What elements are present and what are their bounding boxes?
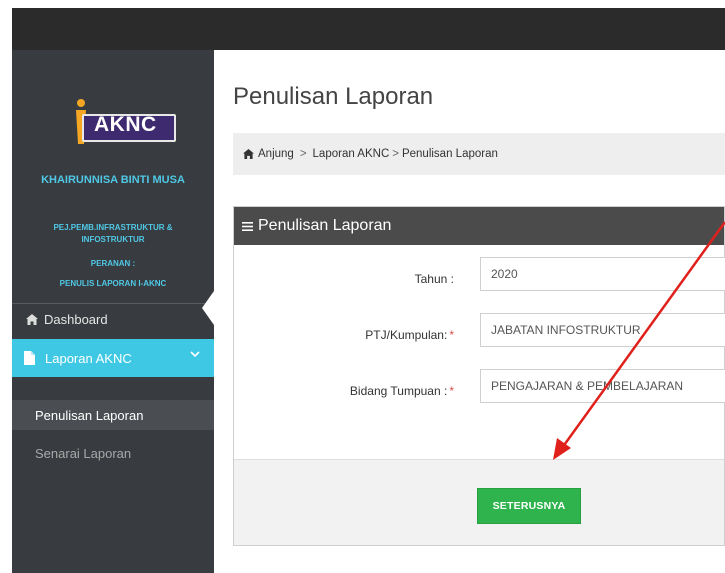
aknc-logo: AKNC (64, 94, 184, 146)
breadcrumb-item-current: Penulisan Laporan (401, 148, 498, 160)
sidebar-item-label: Dashboard (44, 312, 108, 327)
chevron-down-icon (190, 351, 200, 358)
role-label: PERANAN : (90, 259, 136, 268)
home-icon (26, 314, 38, 325)
panel-title: Penulisan Laporan (258, 217, 392, 234)
panel-footer: SETERUSNYA (234, 459, 724, 545)
breadcrumb-item-laporan-aknc[interactable]: Laporan AKNC (313, 148, 390, 160)
tahun-label: Tahun : (414, 272, 454, 286)
breadcrumb: Anjung > Laporan AKNC > Penulisan Lapora… (233, 133, 725, 175)
sidebar-item-label: Laporan AKNC (45, 350, 132, 366)
bidang-label: Bidang Tumpuan : * (349, 384, 454, 398)
sidebar-item-laporan-aknc[interactable]: Laporan AKNC (12, 339, 214, 377)
breadcrumb-item-anjung[interactable]: Anjung (258, 148, 294, 160)
breadcrumb-separator: > (299, 148, 307, 160)
sidebar-subitem-penulisan-laporan[interactable]: Penulisan Laporan (12, 400, 214, 430)
user-name: KHAIRUNNISA BINTI MUSA (41, 174, 185, 186)
menu-icon (242, 221, 253, 231)
bidang-tumpuan-field[interactable] (480, 369, 725, 403)
document-icon (24, 351, 35, 365)
active-indicator (202, 291, 214, 325)
page-title: Penulisan Laporan (233, 83, 434, 110)
ptj-label: PTJ/Kumpulan: * (365, 328, 454, 342)
seterusnya-button[interactable]: SETERUSNYA (477, 488, 581, 524)
sidebar: AKNC KHAIRUNNISA BINTI MUSA PEJ.PEMB.INF… (12, 50, 214, 573)
ptj-kumpulan-field[interactable] (480, 313, 725, 347)
top-navbar (12, 8, 725, 50)
home-icon (243, 149, 254, 159)
breadcrumb-separator: > (392, 148, 399, 160)
sidebar-subitem-senarai-laporan[interactable]: Senarai Laporan (12, 438, 214, 468)
role-value: PENULIS LAPORAN I-AKNC (59, 279, 167, 288)
panel-header: Penulisan Laporan (234, 207, 724, 245)
tahun-field[interactable] (480, 257, 725, 291)
form-panel: Penulisan Laporan Tahun : PTJ/Kumpulan:*… (233, 206, 725, 546)
logo-text: AKNC (94, 113, 157, 136)
user-position: PEJ.PEMB.INFRASTRUKTUR & INFOSTRUKTUR (53, 223, 173, 244)
sidebar-item-dashboard[interactable]: Dashboard (12, 303, 214, 335)
